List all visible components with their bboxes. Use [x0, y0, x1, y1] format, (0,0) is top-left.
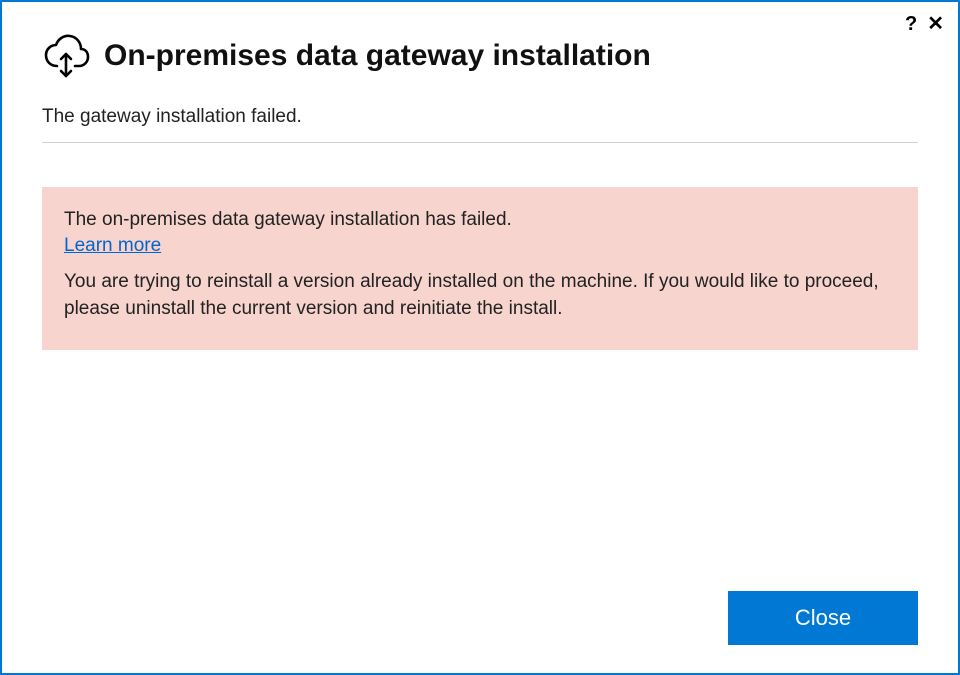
dialog-footer: Close: [2, 591, 958, 673]
close-icon[interactable]: ✕: [927, 14, 944, 34]
error-alert-body: You are trying to reinstall a version al…: [64, 269, 896, 322]
learn-more-link[interactable]: Learn more: [64, 235, 161, 257]
status-message: The gateway installation failed.: [42, 106, 918, 143]
gateway-install-dialog: ? ✕ On-premises data gateway installatio…: [0, 0, 960, 675]
titlebar-controls: ? ✕: [905, 14, 944, 34]
error-alert: The on-premises data gateway installatio…: [42, 187, 918, 350]
error-alert-title: The on-premises data gateway installatio…: [64, 209, 896, 231]
app-title: On-premises data gateway installation: [104, 39, 651, 73]
help-icon[interactable]: ?: [905, 14, 917, 34]
dialog-header: On-premises data gateway installation: [2, 2, 958, 92]
close-button[interactable]: Close: [728, 591, 918, 645]
cloud-gateway-icon: [42, 32, 90, 80]
